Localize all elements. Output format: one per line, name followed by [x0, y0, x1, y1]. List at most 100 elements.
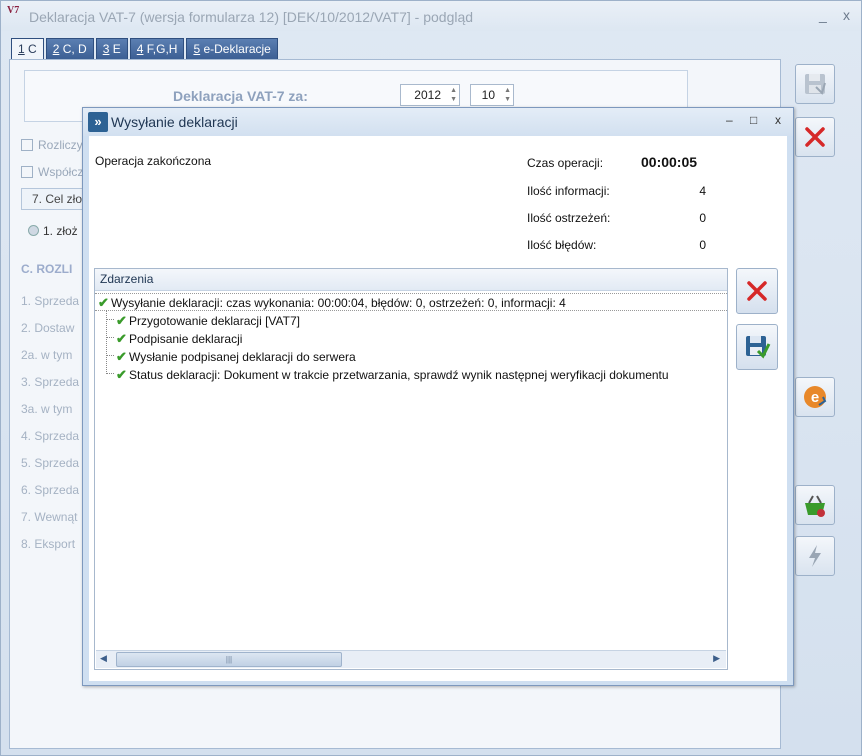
success-check-icon: ✔: [98, 295, 109, 310]
scrollbar-thumb[interactable]: |||: [116, 652, 342, 667]
tab-label: F,G,H: [143, 42, 178, 56]
radio-button[interactable]: [28, 225, 39, 236]
checkbox[interactable]: [21, 139, 33, 151]
event-row[interactable]: ✔ Wysłanie podpisanej deklaracji do serwe…: [116, 349, 356, 365]
rozliczy-checkbox-row[interactable]: Rozliczy: [21, 138, 83, 152]
checkbox-label: Rozliczy: [38, 138, 83, 152]
operation-status: Operacja zakończona: [95, 154, 212, 168]
tab-label: e-Deklaracje: [200, 42, 271, 56]
success-check-icon: ✔: [116, 349, 127, 364]
tab-e-deklaracje[interactable]: 5 e-Deklaracje: [186, 38, 278, 59]
success-check-icon: ✔: [116, 367, 127, 382]
event-text: Status deklaracji: Dokument w trakcie pr…: [129, 368, 669, 382]
year-value: 2012: [414, 88, 441, 102]
info-count-value: 4: [699, 184, 706, 198]
event-text: Podpisanie deklaracji: [129, 332, 243, 346]
cancel-button[interactable]: [795, 117, 835, 157]
e-deklaracje-icon: e: [804, 386, 827, 408]
dialog-close-button[interactable]: x: [775, 113, 781, 127]
dialog-title: Wysyłanie deklaracji: [111, 114, 238, 130]
save-button[interactable]: [795, 64, 835, 104]
c-item: 3a. w tym: [21, 402, 73, 416]
window-title: Deklaracja VAT-7 (wersja formularza 12) …: [29, 9, 474, 25]
event-text: Przygotowanie deklaracji [VAT7]: [129, 314, 300, 328]
c-item: 6. Sprzeda: [21, 483, 80, 497]
dialog-save-button[interactable]: [736, 324, 778, 370]
basket-icon: [805, 495, 825, 517]
success-check-icon: ✔: [116, 313, 127, 328]
year-spinner[interactable]: 2012 ▲ ▼: [400, 84, 460, 106]
minimize-button[interactable]: _: [819, 7, 827, 23]
scroll-right-icon[interactable]: ▶: [713, 653, 720, 664]
c-item: 2a. w tym: [21, 348, 73, 362]
e-deklaracje-button[interactable]: e: [795, 377, 835, 417]
dialog-minimize-button[interactable]: –: [726, 113, 733, 127]
event-row[interactable]: ✔ Wysyłanie deklaracji: czas wykonania: 0…: [98, 295, 566, 311]
spinner-arrows-icon[interactable]: ▲ ▼: [504, 86, 511, 104]
svg-text:e: e: [811, 389, 819, 406]
tree-connector: [106, 337, 114, 338]
radio-label: 1. złoż: [43, 224, 78, 238]
c-item: 1. Sprzeda: [21, 294, 80, 308]
dialog-cancel-button[interactable]: [736, 268, 778, 314]
time-label: Czas operacji:: [527, 156, 604, 170]
tab-c-d[interactable]: 2 C, D: [45, 38, 94, 59]
lightning-button[interactable]: [795, 536, 835, 576]
c-item: 7. Wewnąt: [21, 510, 78, 524]
wspolcz-checkbox-row[interactable]: Współcz: [21, 165, 83, 179]
c-item: 4. Sprzeda: [21, 429, 80, 443]
close-button[interactable]: x: [843, 7, 850, 23]
warning-count-label: Ilość ostrzeżeń:: [527, 211, 611, 225]
tab-e[interactable]: 3 E: [95, 38, 128, 59]
error-count-value: 0: [699, 238, 706, 252]
tab-num: 1: [18, 42, 25, 56]
vat7-app-icon: V7: [7, 5, 20, 16]
events-header: Zdarzenia: [95, 269, 727, 291]
basket-button[interactable]: [795, 485, 835, 525]
tab-c[interactable]: 1 C: [11, 38, 44, 60]
info-count-label: Ilość informacji:: [527, 184, 610, 198]
month-value: 10: [481, 88, 495, 102]
c-item: 3. Sprzeda: [21, 375, 80, 389]
time-value: 00:00:05: [641, 154, 698, 170]
event-text: Wysyłanie deklaracji: czas wykonania: 00…: [111, 296, 566, 310]
save-disk-icon: [746, 336, 771, 359]
events-panel: Zdarzenia ✔ Wysyłanie deklaracji: czas wy…: [94, 268, 728, 670]
tree-connector: [106, 355, 114, 356]
tab-bar: 1 C 2 C, D 3 E 4 F,G,H 5 e-Deklaracje: [11, 38, 280, 60]
cancel-x-icon: [805, 127, 825, 147]
c-item: 8. Eksport: [21, 537, 76, 551]
scroll-left-icon[interactable]: ◀: [100, 653, 107, 664]
cancel-x-icon: [747, 281, 767, 301]
checkbox[interactable]: [21, 166, 33, 178]
event-row[interactable]: ✔ Przygotowanie deklaracji [VAT7]: [116, 313, 300, 329]
tab-label: C, D: [59, 42, 87, 56]
error-count-label: Ilość błędów:: [527, 238, 597, 252]
event-row[interactable]: ✔ Status deklaracji: Dokument w trakcie p…: [116, 367, 726, 383]
dialog-title-bar: » Wysyłanie deklaracji – □ x: [83, 108, 793, 136]
checkbox-label: Współcz: [38, 165, 84, 179]
c-item: 2. Dostaw: [21, 321, 75, 335]
declaration-period-label: Deklaracja VAT-7 za:: [173, 88, 308, 104]
tree-connector: [106, 319, 114, 320]
lightning-icon: [809, 545, 821, 567]
save-disk-icon: [805, 74, 826, 95]
warning-count-value: 0: [699, 211, 706, 225]
tree-connector: [106, 373, 114, 374]
dialog-body: Operacja zakończona Czas operacji: 00:00…: [89, 136, 787, 681]
spinner-arrows-icon[interactable]: ▲ ▼: [450, 86, 457, 104]
event-text: Wysłanie podpisanej deklaracji do serwer…: [129, 350, 356, 364]
tab-label: C: [24, 42, 37, 56]
month-spinner[interactable]: 10 ▲ ▼: [470, 84, 514, 106]
c-item: 5. Sprzeda: [21, 456, 80, 470]
event-row[interactable]: ✔ Podpisanie deklaracji: [116, 331, 242, 347]
title-bar: V7 Deklaracja VAT-7 (wersja formularza 1…: [1, 1, 861, 31]
zlozenie-radio-row[interactable]: 1. złoż: [28, 224, 78, 238]
sending-dialog: » Wysyłanie deklaracji – □ x Operacja za…: [82, 107, 794, 686]
tab-label: E: [109, 42, 121, 56]
send-declaration-icon: »: [88, 112, 108, 132]
horizontal-scrollbar[interactable]: ◀ ||| ▶: [96, 650, 726, 668]
tab-f-g-h[interactable]: 4 F,G,H: [129, 38, 185, 59]
success-check-icon: ✔: [116, 331, 127, 346]
dialog-maximize-button[interactable]: □: [750, 113, 757, 127]
